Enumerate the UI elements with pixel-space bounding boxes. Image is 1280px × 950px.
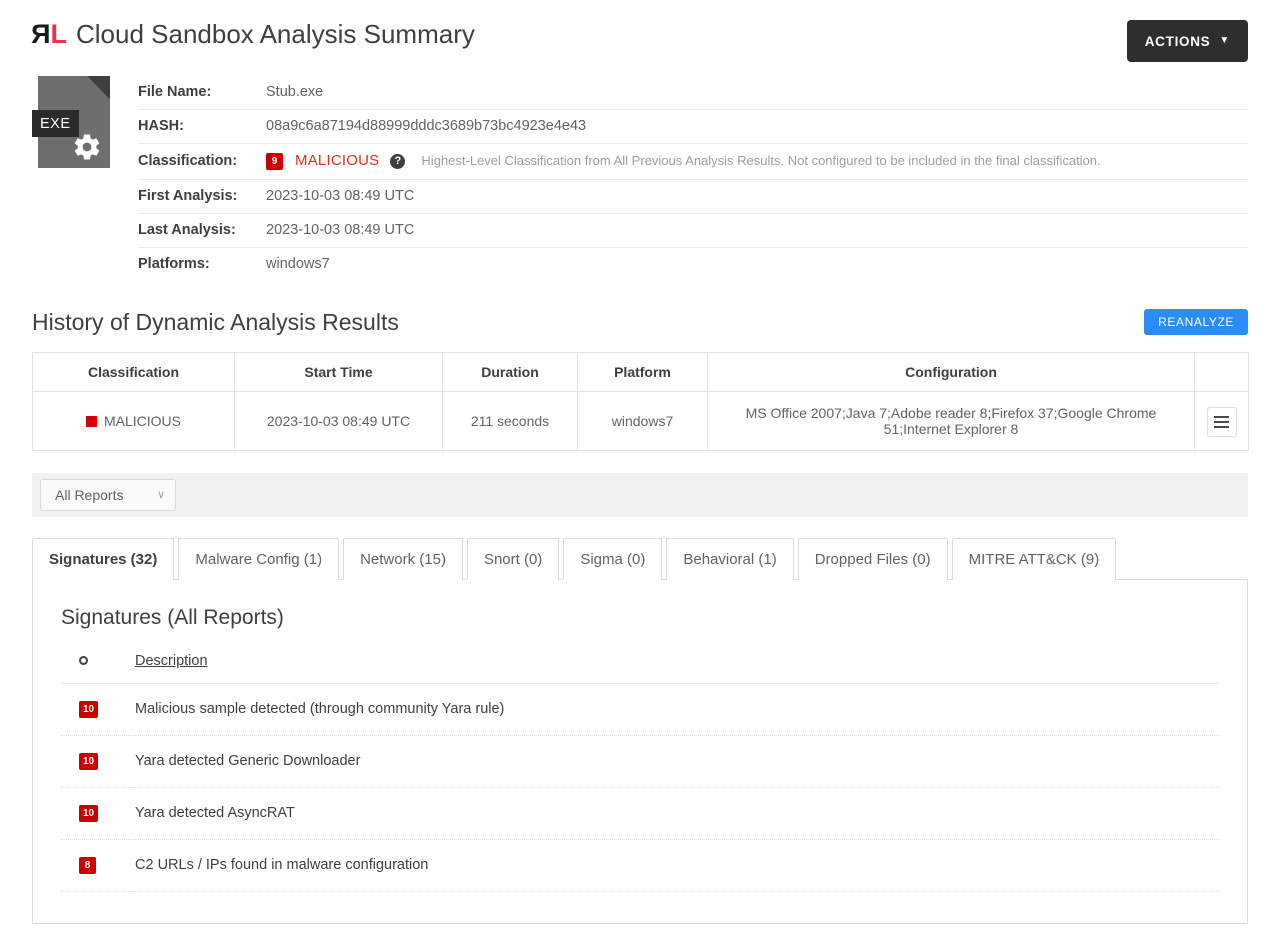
signature-score: 10 [61,735,135,788]
metadata-row-first-analysis: First Analysis: 2023-10-03 08:49 UTC [138,179,1248,214]
signature-score: 10 [61,683,135,736]
metadata-row-hash: HASH: 08a9c6a87194d88999dddc3689b73bc492… [138,110,1248,144]
history-table-header-row: Classification Start Time Duration Platf… [32,352,1249,392]
signature-description: Malicious sample detected (through commu… [135,683,1219,736]
signature-description: Yara detected AsyncRAT [135,787,1219,840]
tab-snort[interactable]: Snort (0) [466,537,560,580]
file-summary: EXE File Name: Stub.exe HASH: 08a9c6a871… [32,76,1248,281]
cell-row-menu [1195,391,1249,450]
tab-signatures[interactable]: Signatures (32) [32,537,175,580]
page-root: RL Cloud Sandbox Analysis Summary ACTION… [0,0,1280,950]
label-last-analysis: Last Analysis: [138,221,236,238]
hamburger-bar [1214,425,1229,428]
history-section-title: History of Dynamic Analysis Results [32,308,399,335]
score-badge: 10 [79,752,99,770]
col-actions [1194,352,1249,392]
score-badge: 8 [79,856,96,874]
label-classification: Classification: [138,152,238,169]
signature-description: C2 URLs / IPs found in malware configura… [135,839,1219,892]
value-first-analysis: 2023-10-03 08:49 UTC [266,187,415,204]
col-score [61,651,135,684]
gear-icon [74,134,100,160]
help-icon[interactable]: ? [390,153,406,169]
cell-classification-label: MALICIOUS [103,412,181,429]
hamburger-bar [1214,420,1229,423]
metadata-row-platforms: Platforms: windows7 [138,247,1248,281]
signature-score: 10 [61,787,135,840]
exe-file-icon: EXE [32,76,110,168]
value-classification: 9 MALICIOUS ? Highest-Level Classificati… [266,144,1248,180]
cell-classification: MALICIOUS [32,391,235,451]
col-start-time: Start Time [234,352,443,392]
table-row[interactable]: 8 C2 URLs / IPs found in malware configu… [61,839,1219,892]
actions-button[interactable]: ACTIONS ▼ [1126,20,1248,62]
signatures-header-row: Description [61,651,1219,684]
metadata-row-file-name: File Name: Stub.exe [138,76,1248,110]
table-row[interactable]: 10 Malicious sample detected (through co… [61,683,1219,736]
col-platform: Platform [577,352,708,392]
value-platforms: windows7 [266,255,330,272]
label-first-analysis: First Analysis: [138,187,238,204]
label-hash: HASH: [138,118,184,134]
table-row[interactable]: 10 Yara detected AsyncRAT [61,787,1219,840]
table-row[interactable]: 10 Yara detected Generic Downloader [61,735,1219,788]
status-square-icon [85,415,97,427]
label-platforms: Platforms: [138,255,210,272]
label-file-name: File Name: [138,84,212,100]
classification-score-badge: 9 [266,152,283,170]
reports-select-value: All Reports [55,486,124,503]
signatures-panel: Signatures (All Reports) Description 10 … [32,578,1248,924]
actions-button-label: ACTIONS [1144,33,1211,49]
col-duration: Duration [442,352,578,392]
hamburger-bar [1214,415,1229,418]
tab-mitre-attack[interactable]: MITRE ATT&CK (9) [951,537,1117,580]
circle-icon[interactable] [79,655,88,665]
cell-start-time: 2023-10-03 08:49 UTC [234,391,443,451]
score-badge: 10 [79,700,99,718]
history-section-header: History of Dynamic Analysis Results REAN… [32,309,1248,336]
chevron-down-icon: ▼ [1219,35,1230,46]
col-description: Description [135,651,1219,684]
logo-letter-l: L [50,18,67,49]
cell-platform: windows7 [577,391,708,451]
reports-select[interactable]: All Reports ∨ [40,478,176,511]
history-table: Classification Start Time Duration Platf… [32,351,1249,451]
classification-label: MALICIOUS [295,152,380,169]
description-sort-link[interactable]: Description [135,653,208,669]
value-file-name: Stub.exe [266,84,324,100]
chevron-down-icon: ∨ [156,489,165,502]
classification-hint: Highest-Level Classification from All Pr… [421,153,1101,168]
hamburger-menu-icon[interactable] [1206,406,1237,437]
metadata-row-classification: Classification: 9 MALICIOUS ? Highest-Le… [138,144,1248,180]
score-badge: 10 [79,804,99,822]
tab-behavioral[interactable]: Behavioral (1) [666,537,794,580]
tab-sigma[interactable]: Sigma (0) [563,537,663,580]
value-last-analysis: 2023-10-03 08:49 UTC [266,221,415,238]
metadata-row-last-analysis: Last Analysis: 2023-10-03 08:49 UTC [138,213,1248,248]
signature-description: Yara detected Generic Downloader [135,735,1219,788]
panel-title: Signatures (All Reports) [61,605,284,629]
reversinglabs-logo: RL [32,18,67,49]
signatures-table: Description 10 Malicious sample detected… [61,651,1219,892]
file-metadata-table: File Name: Stub.exe HASH: 08a9c6a87194d8… [138,76,1248,281]
signature-score: 8 [61,839,135,892]
reports-filter-bar: All Reports ∨ [32,472,1248,517]
tab-dropped-files[interactable]: Dropped Files (0) [797,537,948,580]
value-hash: 08a9c6a87194d88999dddc3689b73bc4923e4e43 [266,118,587,134]
page-title: Cloud Sandbox Analysis Summary [76,19,475,49]
col-classification: Classification [32,352,235,392]
table-row[interactable]: MALICIOUS 2023-10-03 08:49 UTC 211 secon… [32,391,1249,451]
cell-configuration: MS Office 2007;Java 7;Adobe reader 8;Fir… [707,391,1195,451]
reanalyze-button[interactable]: REANALYZE [1144,309,1248,336]
tab-network[interactable]: Network (15) [343,537,463,580]
tab-malware-config[interactable]: Malware Config (1) [178,537,340,580]
cell-duration: 211 seconds [442,391,578,451]
page-header: RL Cloud Sandbox Analysis Summary ACTION… [32,0,1248,62]
results-tabs: Signatures (32) Malware Config (1) Netwo… [32,537,1248,580]
col-configuration: Configuration [707,352,1195,392]
brand-and-title: RL Cloud Sandbox Analysis Summary [32,18,475,49]
logo-letter-r: R [32,18,51,49]
